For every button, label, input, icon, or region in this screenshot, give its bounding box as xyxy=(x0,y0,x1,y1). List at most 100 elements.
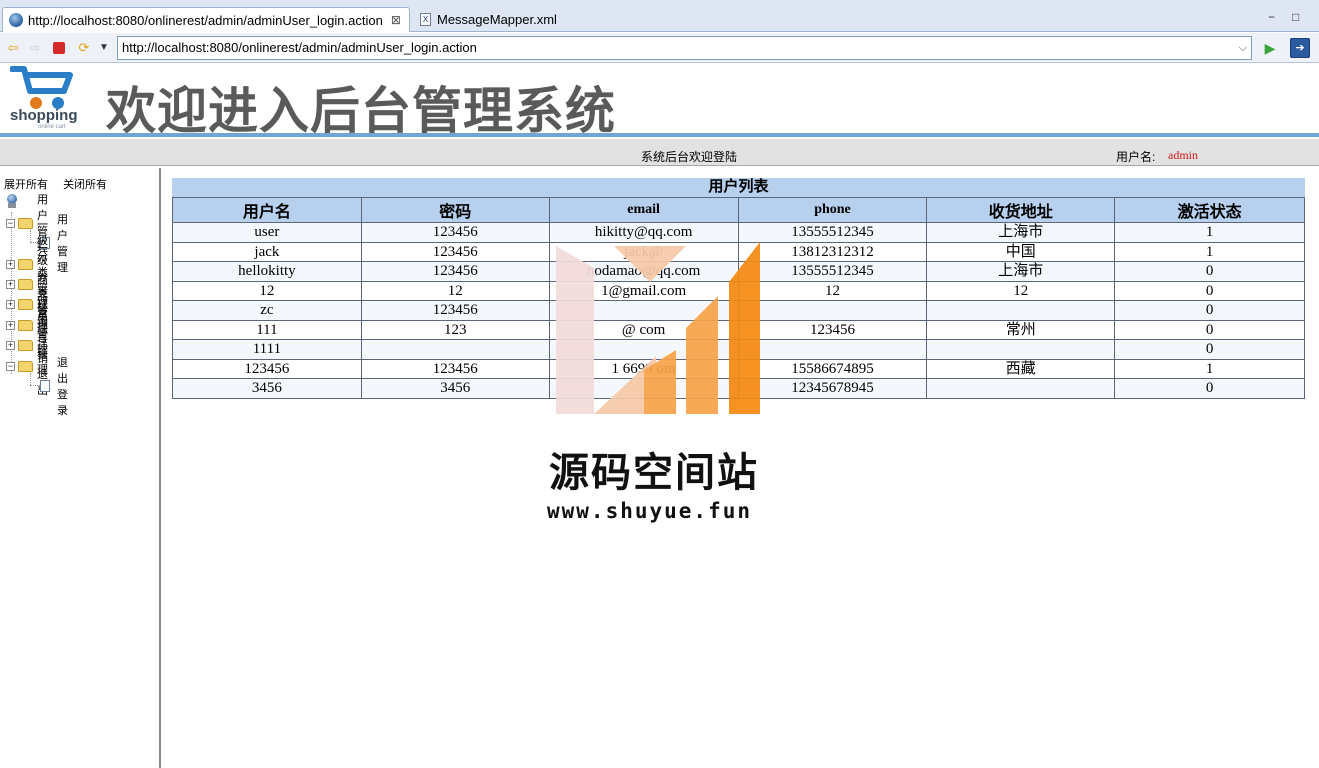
watermark-shape xyxy=(556,246,594,414)
cell-username: zc xyxy=(172,300,362,321)
folder-icon xyxy=(18,339,33,351)
column-header-username: 用户名 xyxy=(172,197,362,223)
cell-phone: 12 xyxy=(737,280,928,301)
logo-tagline: online cart xyxy=(38,124,66,130)
tab-label: http://localhost:8080/onlinerest/admin/a… xyxy=(28,12,383,28)
cell-phone: 13555512345 xyxy=(737,261,928,282)
cell-address: 上海市 xyxy=(926,222,1116,243)
cell-address: 西藏 xyxy=(926,358,1116,379)
cell-phone: 15586674895 xyxy=(737,358,928,379)
dropdown-arrow-icon[interactable]: ▼ xyxy=(96,40,112,56)
column-header-email: email xyxy=(548,197,739,223)
stop-icon[interactable] xyxy=(53,42,65,54)
cell-address: 中国 xyxy=(926,241,1116,262)
expand-all-link[interactable]: 展开所有 xyxy=(4,179,48,191)
cell-password: 123456 xyxy=(360,300,550,321)
close-tab-icon[interactable]: ⊠ xyxy=(391,13,401,27)
cell-address: 常州 xyxy=(926,319,1116,340)
navigation-toolbar: ⇦ ⇨ ⟳ ▼ http://localhost:8080/onlinerest… xyxy=(0,33,1319,63)
cell-username: 3456 xyxy=(172,378,362,399)
cell-password: 12 xyxy=(360,280,550,301)
cell-username: 111 xyxy=(172,319,362,340)
collapse-toggle-icon[interactable]: − xyxy=(6,361,15,371)
chevron-down-icon[interactable]: ⌵ xyxy=(1239,37,1247,59)
cell-status: 1 xyxy=(1114,241,1305,262)
back-arrow-icon[interactable]: ⇦ xyxy=(5,40,21,56)
logo-brand: shopping xyxy=(10,107,78,124)
table-header-row: 用户名 密码 email phone 收货地址 激活状态 xyxy=(172,197,1305,223)
url-text: http://localhost:8080/onlinerest/admin/a… xyxy=(122,40,477,55)
cell-status: 1 xyxy=(1114,222,1305,243)
cell-username: user xyxy=(172,222,362,243)
cell-status: 0 xyxy=(1114,319,1305,340)
cell-password: 123456 xyxy=(360,261,550,282)
maximize-icon[interactable]: □ xyxy=(1292,10,1299,24)
site-header: shopping online cart 欢迎进入后台管理系统 xyxy=(0,63,1319,140)
cell-username: 1111 xyxy=(172,339,362,360)
expand-toggle-icon[interactable]: + xyxy=(6,259,15,269)
forward-arrow-icon[interactable]: ⇨ xyxy=(27,40,43,56)
cell-password: 123456 xyxy=(360,358,550,379)
sidebar: 展开所有 关闭所有 − 用户管理 用户管理 + 一级分类管理 + 二级分类管理 xyxy=(0,168,161,768)
browser-tab-strip: http://localhost:8080/onlinerest/admin/a… xyxy=(0,0,1319,32)
watermark-shape xyxy=(644,350,676,414)
folder-icon xyxy=(18,298,33,310)
expand-toggle-icon[interactable]: + xyxy=(6,320,15,330)
column-header-address: 收货地址 xyxy=(926,197,1116,223)
expand-toggle-icon[interactable]: + xyxy=(6,340,15,350)
collapse-all-link[interactable]: 关闭所有 xyxy=(63,179,107,191)
cell-address: 上海市 xyxy=(926,261,1116,282)
watermark-shape xyxy=(686,296,718,414)
address-bar[interactable]: http://localhost:8080/onlinerest/admin/a… xyxy=(117,36,1252,60)
page-icon xyxy=(40,380,50,392)
cell-username: 12 xyxy=(172,280,362,301)
folder-open-icon xyxy=(18,217,33,229)
cell-password: 123 xyxy=(360,319,550,340)
minimize-icon[interactable]: − xyxy=(1268,10,1275,24)
welcome-text: 系统后台欢迎登陆 xyxy=(641,150,738,164)
tree-leaf-label: 退出登录 xyxy=(57,357,68,417)
cell-username: hellokitty xyxy=(172,261,362,282)
folder-open-icon xyxy=(18,360,33,372)
tree-root-icon xyxy=(6,194,18,208)
cell-status: 0 xyxy=(1114,339,1305,360)
watermark-shape xyxy=(614,246,686,282)
tab-message-mapper[interactable]: X MessageMapper.xml xyxy=(414,7,594,32)
folder-icon xyxy=(18,258,33,270)
cell-status: 0 xyxy=(1114,300,1305,321)
username-label: 用户名: xyxy=(1116,150,1156,164)
globe-icon xyxy=(9,13,23,27)
cell-address: 12 xyxy=(926,280,1116,301)
refresh-icon[interactable]: ⟳ xyxy=(76,40,92,56)
watermark-title: 源码空间站 xyxy=(549,450,759,496)
watermark-url: www.shuyue.fun xyxy=(547,499,753,523)
cell-address xyxy=(926,378,1116,399)
tree-leaf-label: 用户管理 xyxy=(57,214,68,274)
tree-node-logout[interactable]: − 注销退出 xyxy=(6,337,48,397)
cell-password: 123456 xyxy=(360,222,550,243)
username-value: admin xyxy=(1168,148,1198,162)
cell-status: 0 xyxy=(1114,261,1305,282)
cell-status: 1 xyxy=(1114,358,1305,379)
tab-admin-login[interactable]: http://localhost:8080/onlinerest/admin/a… xyxy=(2,7,410,32)
tree-connector xyxy=(30,230,31,242)
tree-controls: 展开所有 关闭所有 xyxy=(4,176,119,192)
tree-connector xyxy=(30,373,31,385)
shopping-cart-icon xyxy=(10,66,73,109)
folder-icon xyxy=(18,319,33,331)
status-bar: 系统后台欢迎登陆 用户名: admin xyxy=(0,139,1319,166)
cell-password: 123456 xyxy=(360,241,550,262)
browser-extension-icon[interactable]: ➔ xyxy=(1290,38,1310,58)
tree-leaf-logout[interactable]: 退出登录 xyxy=(40,357,68,417)
cell-address xyxy=(926,339,1116,360)
cell-status: 0 xyxy=(1114,280,1305,301)
collapse-toggle-icon[interactable]: − xyxy=(6,218,15,228)
cell-username: jack xyxy=(172,241,362,262)
expand-toggle-icon[interactable]: + xyxy=(6,279,15,289)
go-icon[interactable]: ▶ xyxy=(1262,40,1278,56)
cell-phone: 13555512345 xyxy=(737,222,928,243)
cell-phone: 12345678945 xyxy=(737,378,928,399)
table-caption: 用户列表 xyxy=(172,178,1305,197)
column-header-password: 密码 xyxy=(360,197,550,223)
expand-toggle-icon[interactable]: + xyxy=(6,299,15,309)
